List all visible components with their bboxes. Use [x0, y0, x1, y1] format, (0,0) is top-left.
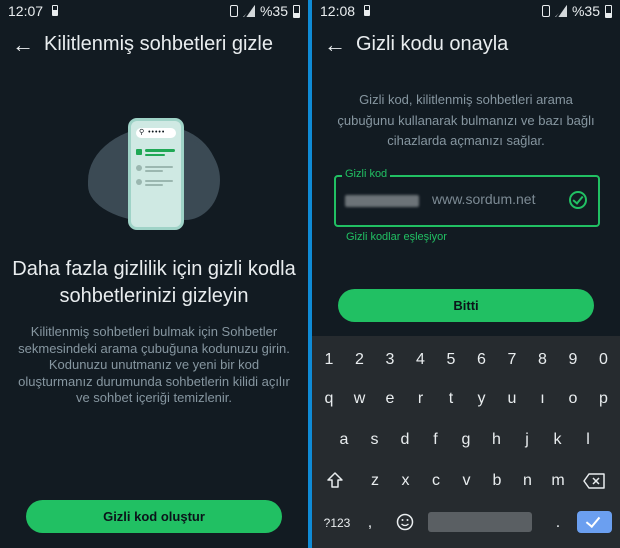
done-button[interactable]: Bitti [338, 289, 594, 322]
key[interactable]: h [483, 425, 511, 455]
key[interactable]: x [392, 466, 420, 496]
watermark: www.sordum.net [432, 191, 536, 207]
key[interactable]: ı [529, 384, 557, 414]
illustration-dot [136, 165, 142, 171]
key[interactable]: l [574, 425, 602, 455]
key[interactable]: 2 [346, 345, 374, 375]
battery-percent: %35 [571, 3, 600, 19]
key[interactable]: e [376, 384, 404, 414]
create-secret-code-button[interactable]: Gizli kod oluştur [26, 500, 282, 533]
phone-illustration-icon: ⚲ ••••• [128, 118, 184, 230]
keyboard-row-3: zxcvbnm [312, 466, 620, 496]
key[interactable]: d [391, 425, 419, 455]
lock-icon [136, 149, 142, 155]
illustration-dot [136, 179, 142, 185]
status-time: 12:07 [8, 3, 44, 19]
illustration-line [145, 149, 175, 152]
vibrate-icon [541, 5, 550, 17]
illustration-search-bar: ⚲ ••••• [136, 128, 176, 138]
key[interactable]: 7 [498, 345, 526, 375]
keyboard: 1234567890 qwertyuıop asdfghjkl zxcvbnm … [312, 336, 620, 548]
key[interactable]: 3 [376, 345, 404, 375]
key[interactable]: b [483, 466, 511, 496]
codes-match-message: Gizli kodlar eşleşiyor [346, 231, 447, 243]
key[interactable]: 9 [559, 345, 587, 375]
key[interactable]: m [544, 466, 572, 496]
key[interactable]: p [590, 384, 618, 414]
illustration-line [145, 166, 173, 168]
page-title: Gizli kodu onayla [356, 33, 509, 55]
description: Kilitlenmiş sohbetleri bulmak için Sohbe… [18, 324, 290, 405]
signal-icon [554, 5, 567, 17]
key[interactable]: 5 [437, 345, 465, 375]
right-screen: 12:08 %35 ← Gizli kodu onayla Gizli kod,… [312, 0, 620, 548]
app-bar: ← Kilitlenmiş sohbetleri gizle [0, 28, 308, 64]
battery-saver-icon [364, 5, 370, 16]
key[interactable]: 0 [590, 345, 618, 375]
keyboard-number-row: 1234567890 [312, 345, 620, 375]
illustration-line [145, 184, 163, 186]
left-screen: 12:07 %35 ← Kilitlenmiş sohbetleri gizle… [0, 0, 308, 548]
illustration-line [145, 170, 163, 172]
enter-check-key-icon[interactable] [577, 511, 612, 533]
key[interactable]: 6 [468, 345, 496, 375]
key[interactable]: q [315, 384, 343, 414]
masked-code-value [345, 195, 419, 207]
check-circle-icon [569, 191, 587, 209]
vibrate-icon [229, 5, 238, 17]
key[interactable]: g [452, 425, 480, 455]
back-arrow-icon[interactable]: ← [12, 34, 34, 56]
app-bar: ← Gizli kodu onayla [312, 28, 620, 64]
headline: Daha fazla gizlilik için gizli kodla soh… [12, 258, 296, 307]
secret-code-field-label: Gizli kod [342, 168, 391, 180]
battery-saver-icon [52, 5, 58, 16]
back-arrow-icon[interactable]: ← [324, 34, 346, 56]
key[interactable]: w [346, 384, 374, 414]
key[interactable]: n [514, 466, 542, 496]
shift-key-icon[interactable] [326, 471, 344, 489]
key[interactable]: o [559, 384, 587, 414]
key[interactable]: 1 [315, 345, 343, 375]
illustration-line [145, 154, 165, 156]
illustration-search-dots: ••••• [148, 129, 166, 136]
space-key[interactable] [428, 512, 532, 532]
key[interactable]: y [468, 384, 496, 414]
battery-icon [605, 4, 612, 18]
page-title: Kilitlenmiş sohbetleri gizle [44, 33, 273, 55]
description: Gizli kod, kilitlenmiş sohbetleri arama … [337, 92, 595, 148]
backspace-key-icon[interactable] [583, 473, 605, 489]
key[interactable]: j [513, 425, 541, 455]
key[interactable]: s [361, 425, 389, 455]
keyboard-row-2: asdfghjkl [312, 425, 620, 455]
battery-icon [293, 4, 300, 18]
symbols-key[interactable]: ?123 [322, 508, 352, 538]
comma-key[interactable]: , [360, 508, 380, 538]
key[interactable]: 8 [529, 345, 557, 375]
status-time: 12:08 [320, 3, 356, 19]
key[interactable]: k [544, 425, 572, 455]
key[interactable]: z [361, 466, 389, 496]
key[interactable]: f [422, 425, 450, 455]
key[interactable]: v [453, 466, 481, 496]
key[interactable]: a [330, 425, 358, 455]
illustration-line [145, 180, 173, 182]
key[interactable]: u [498, 384, 526, 414]
key[interactable]: t [437, 384, 465, 414]
emoji-key-icon[interactable] [396, 513, 414, 531]
status-bar: 12:07 %35 [0, 0, 308, 22]
keyboard-row-1: qwertyuıop [312, 384, 620, 414]
key[interactable]: r [407, 384, 435, 414]
status-bar: 12:08 %35 [312, 0, 620, 22]
key[interactable]: 4 [407, 345, 435, 375]
battery-percent: %35 [259, 3, 288, 19]
key[interactable]: c [422, 466, 450, 496]
period-key[interactable]: . [548, 508, 568, 538]
signal-icon [242, 5, 255, 17]
